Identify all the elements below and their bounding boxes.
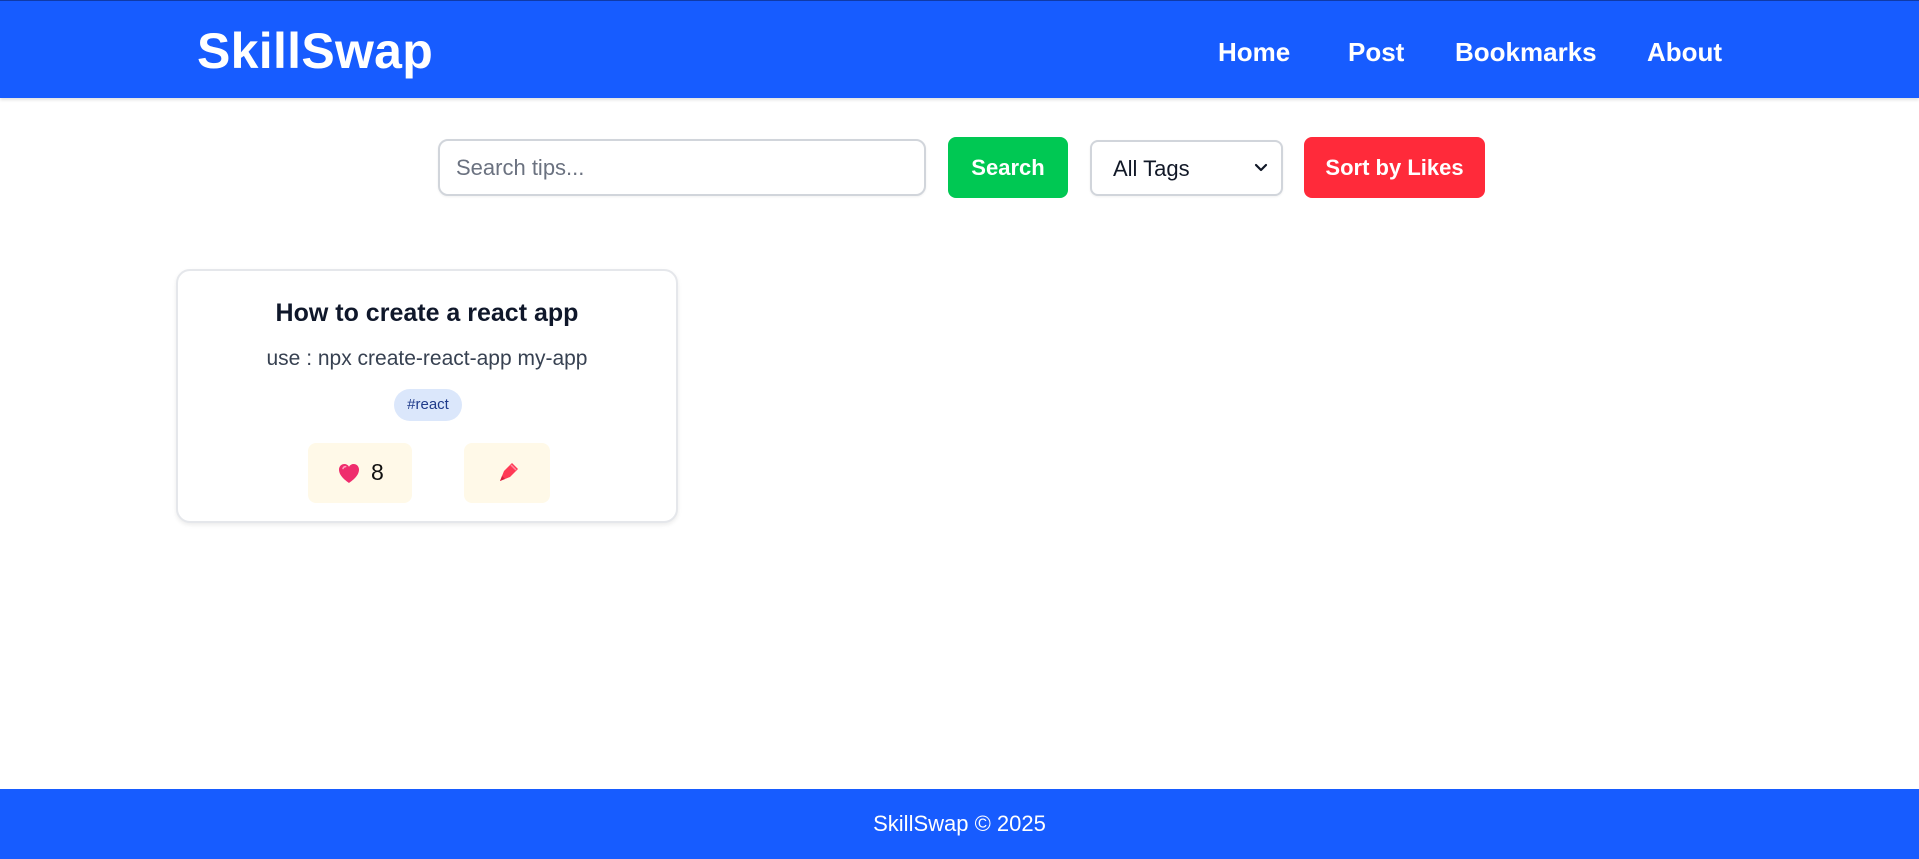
chevron-down-icon <box>1254 163 1268 172</box>
nav-about-link[interactable]: About <box>1647 35 1722 69</box>
footer-copyright: SkillSwap © 2025 <box>873 811 1046 836</box>
search-toolbar: Search All Tags Sort by Likes <box>0 136 1919 198</box>
tip-title: How to create a react app <box>275 299 579 327</box>
tip-tag-badge[interactable]: #react <box>394 389 462 421</box>
bookmark-button[interactable] <box>464 443 550 503</box>
nav-bookmarks-link[interactable]: Bookmarks <box>1455 35 1597 69</box>
top-navbar: SkillSwap Home Post Bookmarks About <box>0 0 1919 98</box>
page-footer: SkillSwap © 2025 <box>0 789 1919 859</box>
tip-body: use : npx create-react-app my-app <box>266 347 588 370</box>
like-count: 8 <box>371 459 384 485</box>
search-button[interactable]: Search <box>948 137 1068 198</box>
bookmark-icon <box>500 463 518 481</box>
tag-filter-selected-value: All Tags <box>1113 156 1190 181</box>
nav-post-link[interactable]: Post <box>1348 35 1404 69</box>
tag-filter-select[interactable]: All Tags <box>1090 140 1283 196</box>
search-input[interactable] <box>438 139 926 196</box>
heart-icon <box>339 464 359 483</box>
tip-card: How to create a react app use : npx crea… <box>176 269 678 523</box>
nav-home-link[interactable]: Home <box>1218 35 1290 69</box>
sort-by-likes-button[interactable]: Sort by Likes <box>1304 137 1485 198</box>
main-navigation: Home Post Bookmarks About <box>0 35 1919 69</box>
like-button[interactable]: 8 <box>308 443 412 503</box>
